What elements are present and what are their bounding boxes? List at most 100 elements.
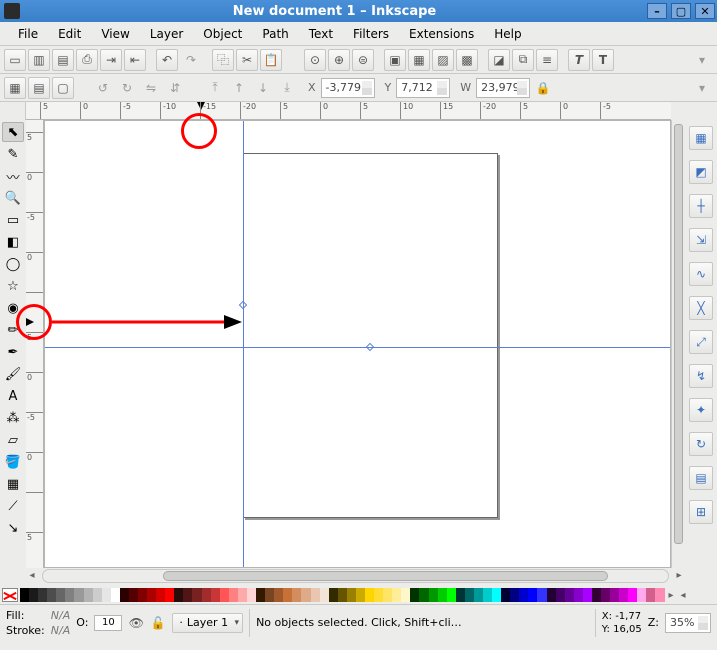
swatch[interactable]: [601, 588, 610, 602]
xml-button[interactable]: ⧉: [512, 49, 534, 71]
swatch[interactable]: [229, 588, 238, 602]
swatch[interactable]: [120, 588, 129, 602]
no-fill-swatch[interactable]: [2, 588, 18, 602]
snap-page[interactable]: ▤: [689, 466, 713, 490]
menu-layer[interactable]: Layer: [140, 24, 193, 44]
snap-nodes[interactable]: ┼: [689, 194, 713, 218]
snap-bbox[interactable]: ◩: [689, 160, 713, 184]
open-button[interactable]: ▥: [28, 49, 50, 71]
zoom-selection-button[interactable]: ⊙: [304, 49, 326, 71]
swatch[interactable]: [156, 588, 165, 602]
swatch[interactable]: [628, 588, 637, 602]
swatch[interactable]: [274, 588, 283, 602]
swatch[interactable]: [519, 588, 528, 602]
swatch[interactable]: [56, 588, 65, 602]
menu-object[interactable]: Object: [193, 24, 252, 44]
swatch[interactable]: [583, 588, 592, 602]
swatch[interactable]: [238, 588, 247, 602]
palette-scroll[interactable]: ▸: [665, 590, 677, 601]
raise-button[interactable]: ↑: [228, 77, 250, 99]
swatch[interactable]: [165, 588, 174, 602]
pencil-tool[interactable]: ✏: [2, 320, 24, 340]
canvas[interactable]: [44, 120, 671, 568]
snap-alignment[interactable]: ⇲: [689, 228, 713, 252]
swatch[interactable]: [492, 588, 501, 602]
menu-help[interactable]: Help: [484, 24, 531, 44]
swatch[interactable]: [29, 588, 38, 602]
swatch[interactable]: [565, 588, 574, 602]
ruler-vertical[interactable]: 50-5050-505: [26, 120, 44, 568]
import-button[interactable]: ⇥: [100, 49, 122, 71]
scrollbar-vertical[interactable]: [671, 120, 685, 568]
minimize-button[interactable]: –: [647, 3, 667, 19]
cut-button[interactable]: ✂: [236, 49, 258, 71]
menu-filters[interactable]: Filters: [343, 24, 399, 44]
swatch[interactable]: [338, 588, 347, 602]
stroke-value[interactable]: N/A: [51, 624, 70, 637]
swatch[interactable]: [20, 588, 29, 602]
toolbar2-overflow[interactable]: ▾: [691, 77, 713, 99]
swatch[interactable]: [292, 588, 301, 602]
swatch[interactable]: [537, 588, 546, 602]
menu-extensions[interactable]: Extensions: [399, 24, 484, 44]
swatch[interactable]: [429, 588, 438, 602]
zoom-input[interactable]: 35%: [665, 613, 711, 633]
scroll-right-button[interactable]: ▸: [673, 570, 685, 582]
guide-vertical[interactable]: [243, 121, 244, 567]
spiral-tool[interactable]: ◉: [2, 298, 24, 318]
swatch[interactable]: [365, 588, 374, 602]
swatch[interactable]: [311, 588, 320, 602]
guide-horizontal[interactable]: [45, 347, 670, 348]
swatch[interactable]: [247, 588, 256, 602]
layer-selector[interactable]: ·Layer 1: [172, 613, 243, 633]
snap-center[interactable]: ✦: [689, 398, 713, 422]
text-tool[interactable]: A: [2, 386, 24, 406]
spray-tool[interactable]: ⁂: [2, 408, 24, 428]
menu-path[interactable]: Path: [252, 24, 298, 44]
3dbox-tool[interactable]: ◧: [2, 232, 24, 252]
toolbar-overflow[interactable]: ▾: [691, 49, 713, 71]
swatch[interactable]: [474, 588, 483, 602]
close-button[interactable]: ✕: [695, 3, 715, 19]
duplicate-button[interactable]: ▣: [384, 49, 406, 71]
connector-tool[interactable]: ↘: [2, 518, 24, 538]
swatch[interactable]: [447, 588, 456, 602]
palette-menu[interactable]: ◂: [677, 590, 689, 601]
align-button[interactable]: ≡: [536, 49, 558, 71]
swatch[interactable]: [383, 588, 392, 602]
scroll-left-button[interactable]: ◂: [26, 570, 38, 582]
swatch[interactable]: [38, 588, 47, 602]
menu-edit[interactable]: Edit: [48, 24, 91, 44]
swatch[interactable]: [501, 588, 510, 602]
swatch[interactable]: [211, 588, 220, 602]
swatch[interactable]: [438, 588, 447, 602]
zoom-tool[interactable]: 🔍: [2, 188, 24, 208]
swatch[interactable]: [356, 588, 365, 602]
flip-v-button[interactable]: ⇵: [164, 77, 186, 99]
calligraphy-tool[interactable]: 🖌: [2, 364, 24, 384]
select-tool[interactable]: ⬉: [2, 122, 24, 142]
lower-button[interactable]: ↓: [252, 77, 274, 99]
undo-button[interactable]: ↶: [156, 49, 178, 71]
swatch[interactable]: [192, 588, 201, 602]
swatch[interactable]: [202, 588, 211, 602]
lock-aspect-button[interactable]: 🔒: [532, 77, 554, 99]
swatch[interactable]: [547, 588, 556, 602]
select-all-button[interactable]: ▦: [4, 77, 26, 99]
zoom-page-button[interactable]: ⊜: [352, 49, 374, 71]
swatch[interactable]: [301, 588, 310, 602]
visibility-icon[interactable]: 👁: [128, 615, 144, 631]
swatch[interactable]: [147, 588, 156, 602]
tweak-tool[interactable]: 〰: [2, 166, 24, 186]
swatch[interactable]: [65, 588, 74, 602]
swatch[interactable]: [265, 588, 274, 602]
snap-enable[interactable]: ▦: [689, 126, 713, 150]
snap-grid[interactable]: ⊞: [689, 500, 713, 524]
swatch[interactable]: [329, 588, 338, 602]
ellipse-tool[interactable]: ◯: [2, 254, 24, 274]
raise-top-button[interactable]: ⤒: [204, 77, 226, 99]
copy-button[interactable]: ⿻: [212, 49, 234, 71]
star-tool[interactable]: ☆: [2, 276, 24, 296]
swatch[interactable]: [93, 588, 102, 602]
gradient-tool[interactable]: ▦: [2, 474, 24, 494]
